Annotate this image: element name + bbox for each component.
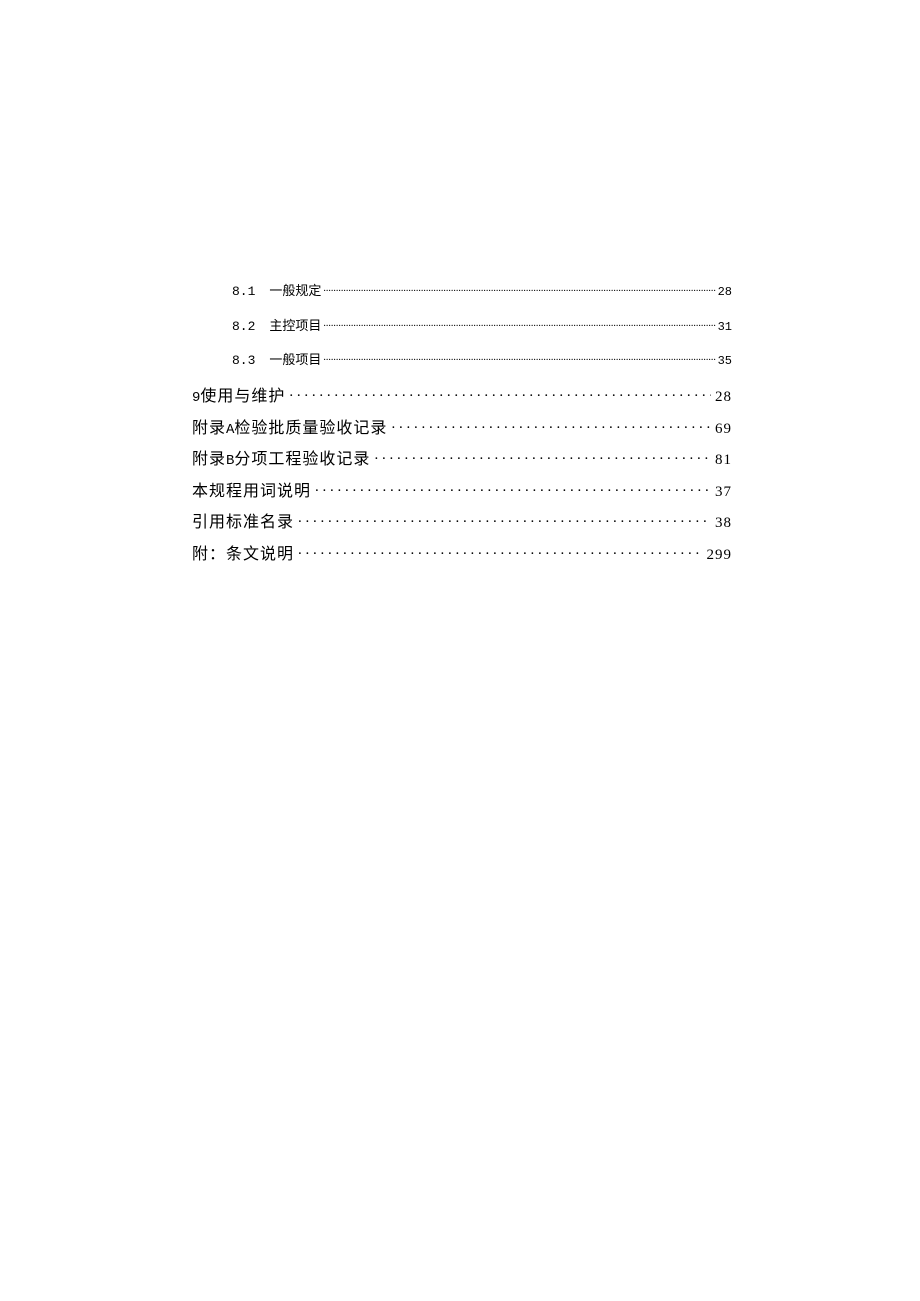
toc-page-number: 37 bbox=[715, 483, 732, 501]
table-of-contents: 8.1 一般规定 28 8.2 主控项目 31 8.3 一般项目 35 9 使用… bbox=[192, 283, 732, 564]
toc-main-entry: 附录 A 检验批质量验收记录 69 bbox=[192, 419, 732, 439]
toc-sub-label: 主控项目 bbox=[269, 318, 321, 334]
toc-main-label: 检验批质量验收记录 bbox=[234, 419, 387, 438]
toc-appendix-letter: A bbox=[226, 422, 234, 439]
toc-leader bbox=[289, 389, 711, 401]
toc-appendix-prefix: 附录 bbox=[192, 450, 226, 469]
toc-sub-number: 8.1 bbox=[232, 284, 255, 300]
toc-page-number: 28 bbox=[715, 388, 732, 406]
toc-appendix-prefix: 附录 bbox=[192, 419, 226, 438]
toc-page-number: 69 bbox=[715, 420, 732, 438]
toc-leader bbox=[374, 452, 711, 464]
toc-leader bbox=[315, 484, 711, 496]
document-page: 8.1 一般规定 28 8.2 主控项目 31 8.3 一般项目 35 9 使用… bbox=[0, 0, 920, 1301]
toc-main-label: 使用与维护 bbox=[200, 387, 285, 406]
toc-sub-entry: 8.1 一般规定 28 bbox=[192, 283, 732, 300]
toc-main-entry: 附录 B 分项工程验收记录 81 bbox=[192, 450, 732, 470]
toc-sub-label: 一般项目 bbox=[269, 352, 321, 368]
toc-page-number: 28 bbox=[718, 285, 732, 299]
toc-leader bbox=[323, 285, 715, 295]
toc-main-label: 引用标准名录 bbox=[192, 513, 294, 532]
toc-sub-number: 8.3 bbox=[232, 353, 255, 369]
toc-page-number: 38 bbox=[715, 514, 732, 532]
toc-appendix-letter: B bbox=[226, 453, 234, 470]
toc-main-label: 分项工程验收记录 bbox=[234, 450, 370, 469]
toc-page-number: 35 bbox=[718, 354, 732, 368]
toc-page-number: 81 bbox=[715, 451, 732, 469]
toc-main-entry: 引用标准名录 38 bbox=[192, 513, 732, 532]
toc-page-number: 299 bbox=[707, 546, 733, 564]
toc-sub-entry: 8.3 一般项目 35 bbox=[192, 352, 732, 369]
toc-leader bbox=[391, 421, 711, 433]
toc-page-number: 31 bbox=[718, 320, 732, 334]
toc-leader bbox=[298, 515, 711, 527]
toc-leader bbox=[323, 354, 715, 364]
toc-chapter-number: 9 bbox=[192, 390, 200, 407]
toc-main-label: 附：条文说明 bbox=[192, 545, 294, 564]
toc-sub-entry: 8.2 主控项目 31 bbox=[192, 318, 732, 335]
toc-main-entry: 附：条文说明 299 bbox=[192, 545, 732, 564]
toc-main-entry: 9 使用与维护 28 bbox=[192, 387, 732, 407]
toc-leader bbox=[323, 320, 715, 330]
toc-main-entry: 本规程用词说明 37 bbox=[192, 482, 732, 501]
toc-sub-number: 8.2 bbox=[232, 319, 255, 335]
toc-leader bbox=[298, 547, 702, 559]
toc-sub-label: 一般规定 bbox=[269, 283, 321, 299]
toc-main-label: 本规程用词说明 bbox=[192, 482, 311, 501]
